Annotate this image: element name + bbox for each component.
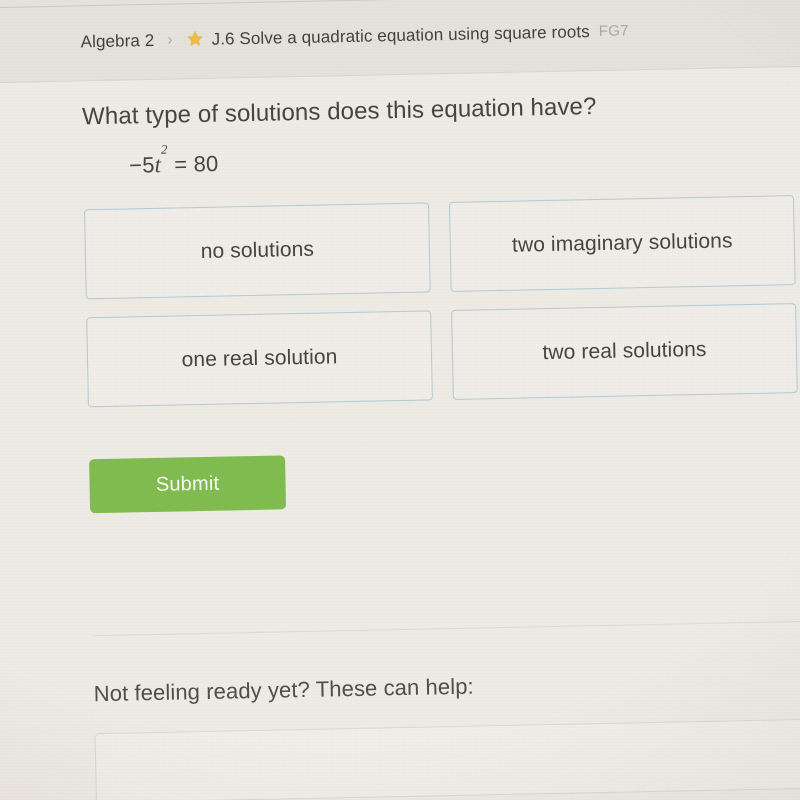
submit-button[interactable]: Submit xyxy=(89,455,287,514)
header-bar: Algebra 2 › J.6 Solve a quadratic equati… xyxy=(0,0,800,84)
breadcrumb-skill-title: J.6 Solve a quadratic equation using squ… xyxy=(211,21,590,49)
help-resource-card[interactable] xyxy=(94,718,800,800)
header-hairline xyxy=(0,0,515,9)
breadcrumb: Algebra 2 › J.6 Solve a quadratic equati… xyxy=(80,19,629,53)
equation-display: −5t2 = 80 xyxy=(129,139,800,179)
section-divider xyxy=(92,620,800,637)
answer-choice-label: two real solutions xyxy=(542,338,707,365)
answer-choice-label: two imaginary solutions xyxy=(511,229,733,258)
answer-choice-2[interactable]: one real solution xyxy=(86,310,433,408)
chevron-right-icon: › xyxy=(167,31,173,49)
answer-choice-1[interactable]: two imaginary solutions xyxy=(448,195,796,293)
question-prompt: What type of solutions does this equatio… xyxy=(81,93,597,131)
equation-relation: = xyxy=(173,151,188,177)
answer-choice-0[interactable]: no solutions xyxy=(84,202,431,300)
equation-right-side: 80 xyxy=(193,150,219,177)
breadcrumb-course-link[interactable]: Algebra 2 xyxy=(80,30,154,51)
question-panel: What type of solutions does this equatio… xyxy=(82,89,800,800)
answer-choice-3[interactable]: two real solutions xyxy=(451,303,798,401)
answer-choice-label: one real solution xyxy=(181,345,338,372)
answer-choice-label: no solutions xyxy=(200,238,315,264)
star-icon xyxy=(185,29,204,52)
help-section-heading: Not feeling ready yet? These can help: xyxy=(93,673,474,707)
skill-code-badge: FG7 xyxy=(598,22,630,40)
equation-coefficient: −5 xyxy=(128,152,155,178)
equation-exponent: 2 xyxy=(160,141,168,158)
page-root: Algebra 2 › J.6 Solve a quadratic equati… xyxy=(0,0,800,800)
answer-choice-grid: no solutions two imaginary solutions one… xyxy=(84,195,800,408)
screen-photo: Algebra 2 › J.6 Solve a quadratic equati… xyxy=(0,0,800,800)
